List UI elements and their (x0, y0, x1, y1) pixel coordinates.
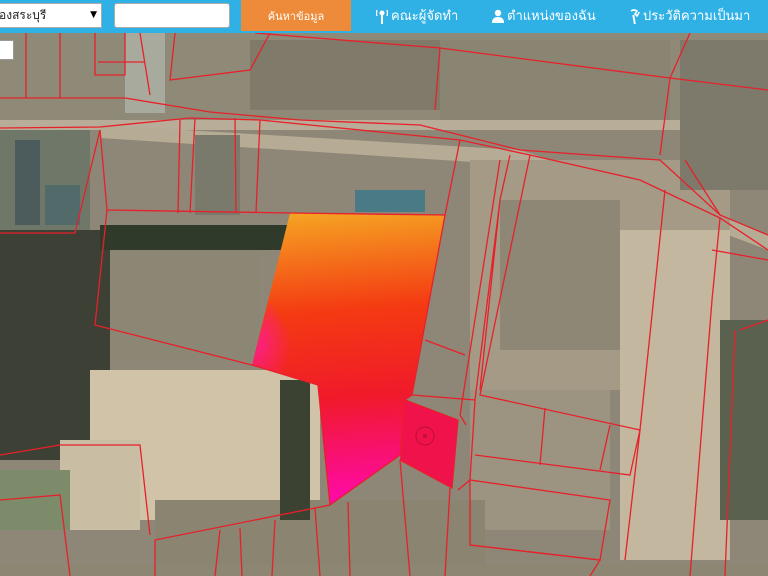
nav-label: ประวัติความเป็นมา (643, 9, 751, 24)
province-select[interactable]: องสระบุรี ▼ (0, 3, 102, 28)
search-input[interactable] (114, 3, 230, 28)
nav-item-history[interactable]: ประวัติความเป็นมา (628, 0, 750, 33)
antenna-icon (376, 9, 388, 24)
person-icon (492, 9, 504, 23)
search-button[interactable]: ค้นหาข้อมูล (241, 0, 351, 31)
top-toolbar: องสระบุรี ▼ ค้นหาข้อมูล คณะผู้จัดทำ ตำแห… (0, 0, 768, 33)
chevron-down-icon: ▼ (90, 10, 97, 20)
nav-label: ตำแหน่งของฉัน (507, 9, 596, 24)
wrench-icon (630, 8, 640, 24)
layer-toggle-button[interactable] (0, 40, 14, 60)
nav-item-team[interactable]: คณะผู้จัดทำ (376, 0, 458, 33)
province-select-value: องสระบุรี (0, 8, 47, 22)
nav-label: คณะผู้จัดทำ (391, 9, 459, 24)
nav-item-my-location[interactable]: ตำแหน่งของฉัน (492, 0, 596, 33)
map-canvas[interactable] (0, 0, 768, 576)
